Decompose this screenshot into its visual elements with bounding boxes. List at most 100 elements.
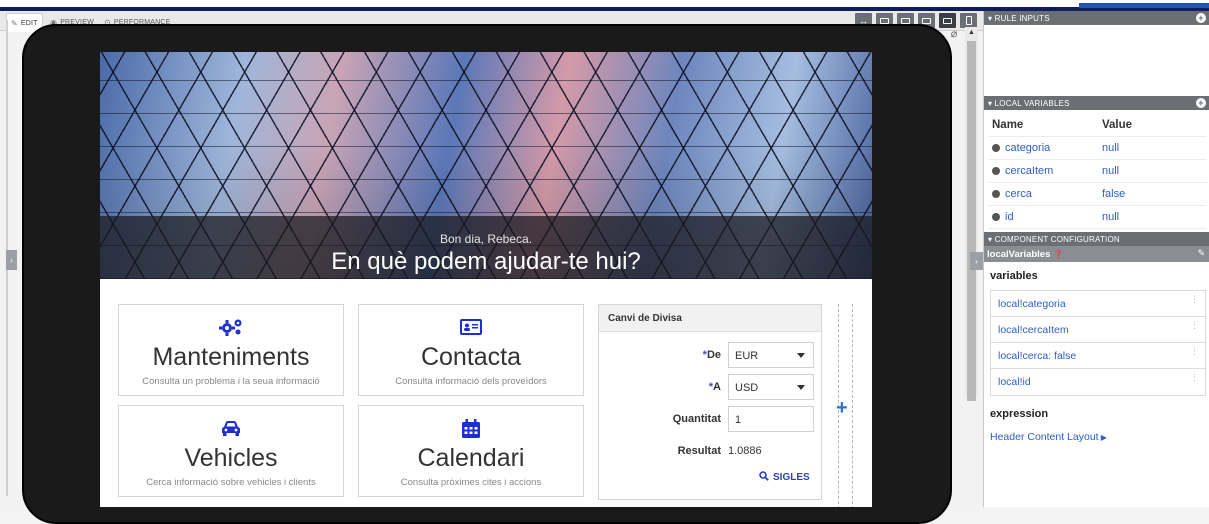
top-accent-bar-right [1079,3,1209,8]
from-currency-value: EUR [735,350,759,362]
list-item[interactable]: local!cercaItem ⋮ [991,317,1205,343]
variable-name[interactable]: cercaItem [1005,165,1053,177]
phone-button[interactable] [960,13,977,28]
variables-list: local!categoria ⋮ local!cercaItem ⋮ local!… [990,290,1206,396]
drag-handle-icon[interactable]: ⋮ [1190,295,1199,304]
tab-edit-label: EDIT [20,19,38,27]
variables-label: variables [990,270,1038,282]
variable-value: false [1102,188,1126,200]
from-currency-row: *De EUR [599,342,823,368]
local-variables-header[interactable]: ▾ LOCAL VARIABLES + [984,96,1209,110]
drag-handle-icon[interactable]: ⋮ [1190,373,1199,382]
amount-input[interactable]: 1 [728,406,814,432]
amount-row: Quantitat 1 [599,406,823,432]
id-card-icon [359,317,583,339]
to-currency-select[interactable]: USD [728,374,814,400]
monitor-icon [922,17,931,24]
amount-label: Quantitat [672,413,721,425]
variable-dot-icon [992,167,1000,175]
from-currency-label: *De [703,349,721,361]
hero-banner: Bon dia, Rebeca. En què podem ajudar-te … [100,52,872,279]
from-currency-select[interactable]: EUR [728,342,814,368]
variable-name[interactable]: id [1005,211,1014,223]
drag-handle-icon[interactable]: ⋮ [1190,347,1199,356]
sigles-label: SIGLES [773,472,810,483]
to-currency-row: *A USD [599,374,823,400]
variable-dot-icon [992,144,1000,152]
left-panel-toggle[interactable]: › [6,250,17,270]
list-item[interactable]: local!categoria ⋮ [991,291,1205,317]
app-screen: Bon dia, Rebeca. En què podem ajudar-te … [100,52,872,507]
edit-icon[interactable]: ✎ [1197,248,1205,259]
variable-name[interactable]: cerca [1005,188,1032,200]
currency-converter-panel: Canvi de Divisa *De EUR *A USD Quantitat… [598,304,822,500]
list-item[interactable]: local!cerca: false ⋮ [991,343,1205,369]
scroll-up-arrow-icon[interactable]: ▲ [965,27,978,39]
variable-entry: local!id [998,376,1031,388]
greeting-text: Bon dia, Rebeca. [439,232,533,246]
card-subtitle: Consulta pròximes cites i accions [400,477,542,488]
scroll-thumb[interactable] [967,41,976,401]
variable-entry: local!categoria [998,298,1066,310]
table-row[interactable]: categoria null [988,137,1206,160]
currency-panel-title: Canvi de Divisa [599,305,821,332]
caret-down-icon [797,385,805,390]
component-name: localVariables [987,249,1051,260]
link-off-icon[interactable]: ⌀ [946,26,962,42]
component-config-title: COMPONENT CONFIGURATION [994,235,1120,244]
help-icon[interactable]: ❓ [1053,250,1063,259]
add-column-plus-icon[interactable]: + [836,397,848,420]
to-label-text: A [713,381,721,393]
search-icon [759,471,769,484]
pencil-icon: ✎ [11,18,18,28]
table-header-row: Name Value [988,114,1206,137]
variable-entry: local!cercaItem [998,324,1069,336]
top-strip [0,0,1209,11]
preview-scrollbar[interactable]: ▲ [965,27,978,401]
list-item[interactable]: local!id ⋮ [991,369,1205,395]
card-calendari[interactable]: Calendari Consulta pròximes cites i acci… [358,405,584,497]
selected-component-bar: localVariables ❓ ✎ [984,246,1209,262]
from-label-text: De [706,349,721,361]
variable-value: null [1102,165,1120,177]
monitor-icon [880,17,889,24]
rule-inputs-title: RULE INPUTS [994,14,1050,23]
tablet-icon [943,17,952,24]
drag-handle-icon[interactable]: ⋮ [1190,321,1199,330]
variable-entry: local!cerca: false [998,350,1077,362]
card-contacta[interactable]: Contacta Consulta informació dels proveï… [358,304,584,396]
sigles-link[interactable]: SIGLES [759,471,810,484]
card-manteniments[interactable]: Manteniments Consulta un problema i la s… [118,304,344,396]
caret-down-icon [797,353,805,358]
local-variables-title: LOCAL VARIABLES [994,99,1070,108]
result-row: Resultat 1.0886 [599,438,823,464]
right-config-panel: ▾ RULE INPUTS + ▾ LOCAL VARIABLES + Name… [983,11,1209,507]
expression-link[interactable]: Header Content Layout ▶ [990,431,1107,443]
card-vehicles[interactable]: Vehicles Cerca informació sobre vehicles… [118,405,344,497]
result-label: Resultat [677,445,721,457]
chevron-right-icon: › [10,255,13,265]
hero-caption: Bon dia, Rebeca. En què podem ajudar-te … [100,216,872,279]
add-local-variable-icon[interactable]: + [1196,98,1206,108]
table-row[interactable]: cercaItem null [988,160,1206,183]
name-column-header: Name [992,119,1024,131]
table-row[interactable]: cerca false [988,183,1206,206]
variable-name[interactable]: categoria [1005,142,1050,154]
collapse-triangle-icon: ▾ [988,235,993,244]
caret-right-icon: ▶ [1098,433,1107,442]
hero-headline: En què podem ajudar-te hui? [331,248,641,275]
card-subtitle: Consulta un problema i la seua informaci… [142,376,320,387]
expression-label: expression [990,408,1049,420]
right-panel-toggle[interactable]: › [970,252,983,270]
monitor-icon [901,17,910,24]
rule-inputs-header[interactable]: ▾ RULE INPUTS + [984,11,1209,25]
component-config-header[interactable]: ▾ COMPONENT CONFIGURATION [984,232,1209,246]
table-row[interactable]: id null [988,206,1206,229]
variable-dot-icon [992,190,1000,198]
card-subtitle: Consulta informació dels proveïdors [395,376,547,387]
calendar-icon [359,418,583,440]
add-rule-input-icon[interactable]: + [1196,13,1206,23]
chevron-right-icon: › [975,256,978,266]
variable-value: null [1102,142,1120,154]
gears-icon [119,317,343,339]
